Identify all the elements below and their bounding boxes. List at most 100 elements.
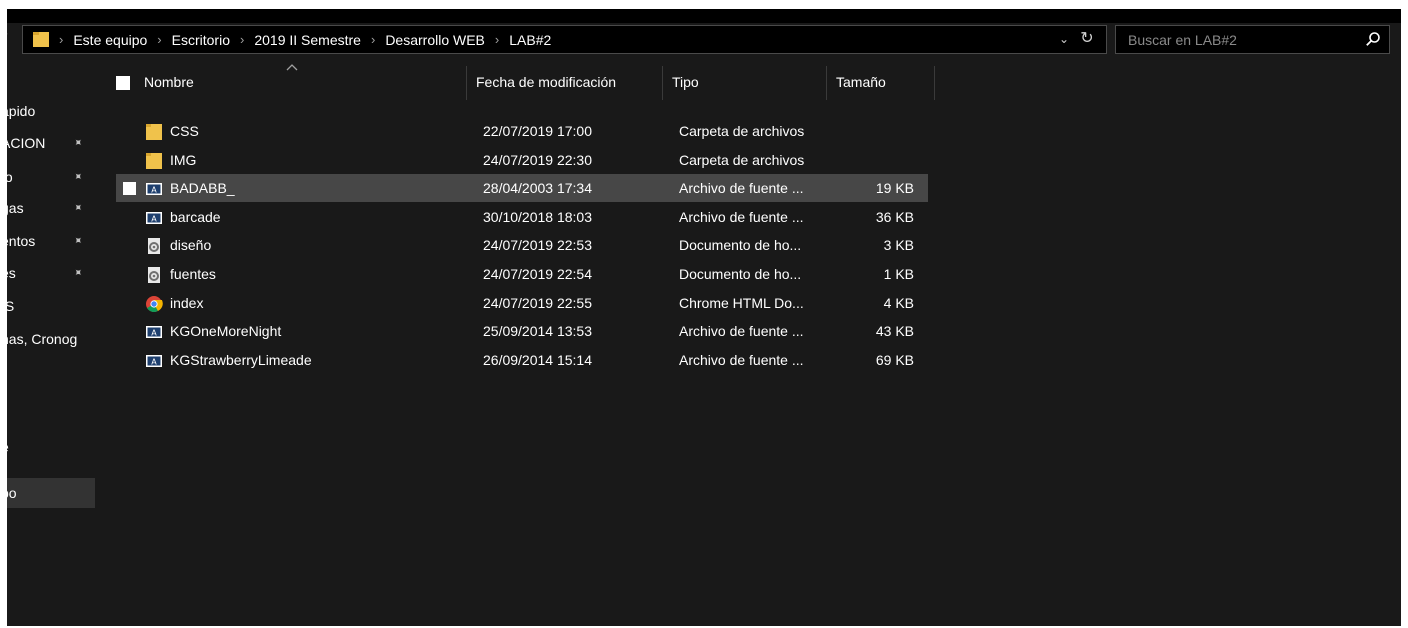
file-size: 69 KB (875, 352, 914, 368)
file-date: 26/09/2014 15:14 (483, 352, 592, 368)
pin-icon[interactable]: ✦ (64, 129, 92, 157)
nav-item[interactable]: po (7, 478, 95, 508)
file-type: Carpeta de archivos (679, 123, 805, 139)
nav-item[interactable]: es ✦ (7, 258, 95, 288)
file-row[interactable]: CSS 22/07/2019 17:00 Carpeta de archivos (116, 117, 928, 145)
file-list: Nombre Fecha de modificación Tipo Tamaño… (96, 60, 1401, 626)
column-header-name[interactable]: Nombre (144, 60, 194, 104)
nav-item-label: ACION (7, 135, 46, 151)
pin-icon[interactable]: ✦ (64, 227, 92, 255)
folder-icon (145, 151, 163, 169)
column-header-size[interactable]: Tamaño (836, 60, 886, 104)
breadcrumb: › Este equipo › Escritorio › 2019 II Semestre… (59, 26, 551, 53)
title-bar (7, 9, 1401, 23)
file-date: 25/09/2014 13:53 (483, 323, 592, 339)
file-date: 24/07/2019 22:55 (483, 295, 592, 311)
breadcrumb-separator-icon[interactable]: › (240, 32, 244, 47)
column-separator[interactable] (934, 66, 935, 100)
breadcrumb-item[interactable]: Este equipo (73, 32, 147, 48)
file-name: BADABB_ (170, 180, 235, 196)
file-date: 24/07/2019 22:53 (483, 237, 592, 253)
sort-ascending-icon (286, 64, 298, 71)
file-date: 28/04/2003 17:34 (483, 180, 592, 196)
file-date: 24/07/2019 22:54 (483, 266, 592, 282)
pin-icon[interactable]: ✦ (64, 163, 92, 191)
breadcrumb-item[interactable]: Desarrollo WEB (385, 32, 485, 48)
file-date: 22/07/2019 17:00 (483, 123, 592, 139)
file-size: 36 KB (875, 209, 914, 225)
nav-item-label: po (7, 485, 17, 501)
file-type: Documento de ho... (679, 266, 802, 282)
file-explorer-window: ↑ › Este equipo › Escritorio › 2019 II Semest… (7, 9, 1401, 626)
file-date: 30/10/2018 18:03 (483, 209, 592, 225)
svg-text:A: A (151, 214, 157, 223)
file-name: diseño (170, 237, 212, 253)
nav-item-label: ápido (7, 103, 36, 119)
nav-item-label: es (7, 265, 16, 281)
svg-text:A: A (151, 328, 157, 337)
nav-item[interactable]: ío ✦ (7, 162, 95, 192)
file-date: 24/07/2019 22:30 (483, 152, 592, 168)
file-type: Archivo de fuente ... (679, 209, 804, 225)
up-arrow-icon[interactable]: ↑ (7, 27, 19, 45)
svg-text:A: A (151, 185, 157, 194)
file-name: KGOneMoreNight (170, 323, 282, 339)
font-file-icon: A (145, 179, 163, 197)
breadcrumb-item[interactable]: Escritorio (172, 32, 230, 48)
nav-item[interactable]: ACION ✦ (7, 128, 95, 158)
chevron-down-icon[interactable]: ⌄ (1056, 30, 1072, 48)
column-separator[interactable] (826, 66, 827, 100)
file-row[interactable]: IMG 24/07/2019 22:30 Carpeta de archivos (116, 146, 928, 174)
folder-icon (145, 122, 163, 140)
file-type: Archivo de fuente ... (679, 323, 804, 339)
column-separator[interactable] (466, 66, 467, 100)
font-file-icon: A (145, 351, 163, 369)
search-icon[interactable] (1365, 31, 1381, 47)
file-type: Carpeta de archivos (679, 152, 805, 168)
file-size: 1 KB (883, 266, 914, 282)
file-name: CSS (170, 123, 199, 139)
file-row[interactable]: Abarcade 30/10/2018 18:03 Archivo de fuent… (116, 203, 928, 231)
file-row[interactable]: A KGStrawberryLimeade 26/09/2014 15:14 Arch… (116, 346, 928, 374)
breadcrumb-separator-icon[interactable]: › (495, 32, 499, 47)
nav-item[interactable]: ápido (7, 96, 95, 126)
column-header-type[interactable]: Tipo (672, 60, 699, 104)
breadcrumb-separator-icon[interactable]: › (157, 32, 161, 47)
nav-item-label: e (7, 432, 9, 462)
file-type: Archivo de fuente ... (679, 352, 804, 368)
file-row[interactable]: fuentes 24/07/2019 22:54 Documento de ho..… (116, 260, 928, 288)
file-row[interactable]: index 24/07/2019 22:55 Chrome HTML Do... 4 … (116, 289, 928, 317)
nav-item[interactable]: entos ✦ (7, 226, 95, 256)
search-box[interactable] (1115, 25, 1390, 54)
breadcrumb-item[interactable]: 2019 II Semestre (254, 32, 361, 48)
nav-item-label: IS (7, 298, 15, 314)
refresh-icon[interactable]: ↻ (1078, 30, 1096, 48)
pin-icon[interactable]: ✦ (64, 259, 92, 287)
row-checkbox[interactable] (123, 182, 136, 195)
file-row[interactable]: A BADABB_ 28/04/2003 17:34 Archivo de fuent… (116, 174, 928, 202)
file-name: index (170, 295, 204, 311)
column-separator[interactable] (662, 66, 663, 100)
column-header: Nombre Fecha de modificación Tipo Tamaño (96, 60, 936, 104)
navigation-pane: ápido ACION ✦ ío ✦ gas ✦ entos ✦ es ✦ IS nas, Cronog… (7, 60, 95, 626)
file-row[interactable]: diseño 24/07/2019 22:53 Documento de ho...… (116, 231, 928, 259)
nav-item[interactable]: gas ✦ (7, 193, 95, 223)
breadcrumb-item[interactable]: LAB#2 (509, 32, 551, 48)
file-size: 4 KB (883, 295, 914, 311)
font-file-icon: A (145, 322, 163, 340)
file-row[interactable]: A KGOneMoreNight 25/09/2014 13:53 Archivo d… (116, 317, 928, 345)
chrome-icon (145, 294, 163, 312)
breadcrumb-separator-icon[interactable]: › (59, 32, 63, 47)
pin-icon[interactable]: ✦ (64, 194, 92, 222)
svg-text:A: A (151, 357, 157, 366)
breadcrumb-separator-icon[interactable]: › (371, 32, 375, 47)
address-bar[interactable]: › Este equipo › Escritorio › 2019 II Semestre… (22, 25, 1107, 54)
nav-item[interactable]: nas, Cronog (7, 324, 95, 354)
search-input[interactable] (1126, 29, 1350, 51)
select-all-checkbox[interactable] (116, 76, 130, 90)
column-header-date[interactable]: Fecha de modificación (476, 60, 616, 104)
nav-item[interactable]: e (7, 432, 95, 462)
font-file-icon: A (145, 208, 163, 226)
file-name: KGStrawberryLimeade (170, 352, 312, 368)
nav-item[interactable]: IS (7, 291, 95, 321)
